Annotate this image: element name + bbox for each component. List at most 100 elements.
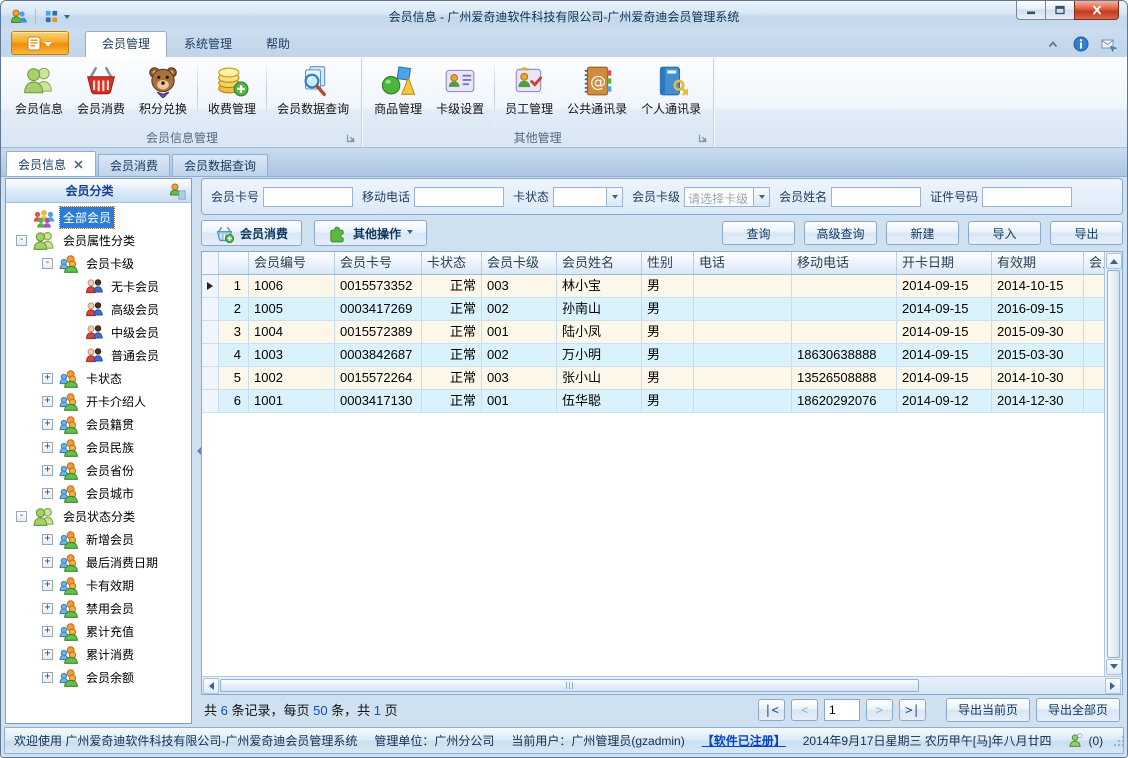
tree-expander-icon[interactable]: + xyxy=(42,442,53,453)
tree-item[interactable]: + 开卡介绍人 xyxy=(6,390,191,413)
chevron-down-icon[interactable] xyxy=(64,14,70,22)
table-row[interactable]: 1 1006 0015573352 正常 003 林小宝男 2014-09-15 2014-1… xyxy=(202,275,1104,298)
tree-expander-icon[interactable]: + xyxy=(42,557,53,568)
ribbon-tab-0[interactable]: 会员管理 xyxy=(85,31,168,57)
column-header[interactable]: 会员卡级 xyxy=(482,252,557,274)
horizontal-scrollbar[interactable] xyxy=(202,676,1122,694)
tree-item[interactable]: + 会员余额 xyxy=(6,666,191,689)
tree-item[interactable]: + 会员民族 xyxy=(6,436,191,459)
vertical-scrollbar-thumb[interactable] xyxy=(1107,270,1120,658)
page-number-input[interactable] xyxy=(823,698,860,721)
column-header[interactable]: 有效期 xyxy=(992,252,1084,274)
maximize-button[interactable] xyxy=(1045,1,1074,20)
ribbon-button-coins-icon[interactable]: 收费管理 xyxy=(201,60,263,128)
search-text-input[interactable] xyxy=(831,186,922,207)
column-header[interactable]: 会员编号 xyxy=(249,252,335,274)
column-header[interactable]: 电话 xyxy=(694,252,792,274)
table-row[interactable]: 5 1002 0015572264 正常 003 张小山男 13526508888 2014-… xyxy=(202,367,1104,390)
tree-item[interactable]: - 会员卡级 xyxy=(6,252,191,275)
ribbon-button-staff-icon[interactable]: 员工管理 xyxy=(498,60,560,128)
column-header[interactable]: 性别 xyxy=(642,252,694,274)
ribbon-button-personal-contacts-icon[interactable]: 个人通讯录 xyxy=(634,60,708,128)
ribbon-button-card-level-icon[interactable]: 卡级设置 xyxy=(429,60,491,128)
tree-item[interactable]: + 新增会员 xyxy=(6,528,191,551)
scroll-up-button[interactable] xyxy=(1106,253,1122,269)
column-header[interactable]: 会员卡号 xyxy=(335,252,422,274)
registered-link[interactable]: 【软件已注册】 xyxy=(702,732,786,749)
column-header[interactable]: 移动电话 xyxy=(792,252,897,274)
tree-expander-icon[interactable]: + xyxy=(42,626,53,637)
quick-access-grid-icon[interactable] xyxy=(44,9,59,24)
tree-item[interactable]: + 禁用会员 xyxy=(6,597,191,620)
next-page-button[interactable]: > xyxy=(865,698,893,721)
tree-item[interactable]: - 会员状态分类 xyxy=(6,505,191,528)
tree-expander-icon[interactable]: - xyxy=(16,235,27,246)
tree-item[interactable]: + 会员城市 xyxy=(6,482,191,505)
ribbon-button-members-icon[interactable]: 会员信息 xyxy=(8,60,70,128)
close-tab-icon[interactable] xyxy=(73,159,84,170)
ribbon-button-products-icon[interactable]: 商品管理 xyxy=(367,60,429,128)
tree-item[interactable]: 普通会员 xyxy=(6,344,191,367)
document-tab[interactable]: 会员消费 xyxy=(98,154,171,176)
tree-expander-icon[interactable]: + xyxy=(42,488,53,499)
close-button[interactable] xyxy=(1074,1,1119,20)
tree-item[interactable]: + 最后消费日期 xyxy=(6,551,191,574)
ribbon-button-teddy-icon[interactable]: 积分兑换 xyxy=(132,60,194,128)
tree-expander-icon[interactable]: + xyxy=(42,580,53,591)
ribbon-button-data-search-icon[interactable]: 会员数据查询 xyxy=(270,60,356,128)
search-text-input[interactable] xyxy=(414,186,505,207)
ribbon-button-basket-icon[interactable]: 会员消费 xyxy=(70,60,132,128)
column-header[interactable]: 开卡日期 xyxy=(897,252,992,274)
scroll-right-button[interactable] xyxy=(1105,677,1121,694)
tree-item[interactable]: 高级会员 xyxy=(6,298,191,321)
table-row[interactable]: 3 1004 0015572389 正常 001 陆小凤男 2014-09-15 2015-0… xyxy=(202,321,1104,344)
search-combo[interactable]: 请选择卡级 xyxy=(684,186,771,207)
action-button[interactable]: 导出 xyxy=(1050,221,1123,245)
feedback-icon[interactable] xyxy=(1101,36,1117,52)
export-all-pages-button[interactable]: 导出全部页 xyxy=(1035,697,1120,722)
action-button[interactable]: 查询 xyxy=(722,221,795,245)
tree-item[interactable]: + 会员省份 xyxy=(6,459,191,482)
search-text-input[interactable] xyxy=(982,186,1073,207)
column-header[interactable]: 会员 xyxy=(1084,252,1104,274)
info-icon[interactable] xyxy=(1073,36,1089,52)
tree-item[interactable]: 无卡会员 xyxy=(6,275,191,298)
action-button[interactable]: 高级查询 xyxy=(804,221,877,245)
collapse-ribbon-icon[interactable] xyxy=(1045,36,1061,52)
table-row[interactable]: 2 1005 0003417269 正常 002 孙南山男 2014-09-15 2016-0… xyxy=(202,298,1104,321)
tree-item[interactable]: + 会员籍贯 xyxy=(6,413,191,436)
action-button[interactable]: 新建 xyxy=(886,221,959,245)
application-menu-button[interactable] xyxy=(11,31,69,55)
tree-expander-icon[interactable]: - xyxy=(16,511,27,522)
dialog-launcher-icon[interactable] xyxy=(346,133,356,143)
table-row[interactable]: 6 1001 0003417130 正常 001 伍华聪男 18620292076 2014-… xyxy=(202,390,1104,413)
tree-expander-icon[interactable]: + xyxy=(42,465,53,476)
horizontal-scrollbar-thumb[interactable] xyxy=(220,679,920,692)
tree-expander-icon[interactable]: + xyxy=(42,419,53,430)
document-tab[interactable]: 会员数据查询 xyxy=(172,154,269,176)
tree-item[interactable]: 中级会员 xyxy=(6,321,191,344)
toolbar-button[interactable]: 其他操作 xyxy=(314,220,428,246)
scroll-down-button[interactable] xyxy=(1106,659,1122,675)
tree-item[interactable]: 全部会员 xyxy=(6,206,191,229)
tree-expander-icon[interactable]: + xyxy=(42,396,53,407)
tree-item[interactable]: + 累计充值 xyxy=(6,620,191,643)
tree-expander-icon[interactable]: - xyxy=(42,258,53,269)
export-current-page-button[interactable]: 导出当前页 xyxy=(945,697,1030,722)
tree-item[interactable]: + 累计消费 xyxy=(6,643,191,666)
ribbon-tab-1[interactable]: 系统管理 xyxy=(167,31,249,57)
category-settings-icon[interactable] xyxy=(168,182,186,200)
table-row[interactable]: 4 1003 0003842687 正常 002 万小明男 18630638888 2014-… xyxy=(202,344,1104,367)
toolbar-button[interactable]: 会员消费 xyxy=(201,220,303,246)
scroll-left-button[interactable] xyxy=(203,677,219,694)
tree-item[interactable]: - 会员属性分类 xyxy=(6,229,191,252)
ribbon-tab-2[interactable]: 帮助 xyxy=(249,31,307,57)
tree-expander-icon[interactable]: + xyxy=(42,373,53,384)
column-header[interactable]: 会员姓名 xyxy=(557,252,642,274)
tree-item[interactable]: + 卡有效期 xyxy=(6,574,191,597)
search-text-input[interactable] xyxy=(263,186,354,207)
prev-page-button[interactable]: < xyxy=(790,698,818,721)
tree-expander-icon[interactable]: + xyxy=(42,534,53,545)
online-user-icon[interactable] xyxy=(1068,733,1083,748)
last-page-button[interactable]: >| xyxy=(898,698,926,721)
